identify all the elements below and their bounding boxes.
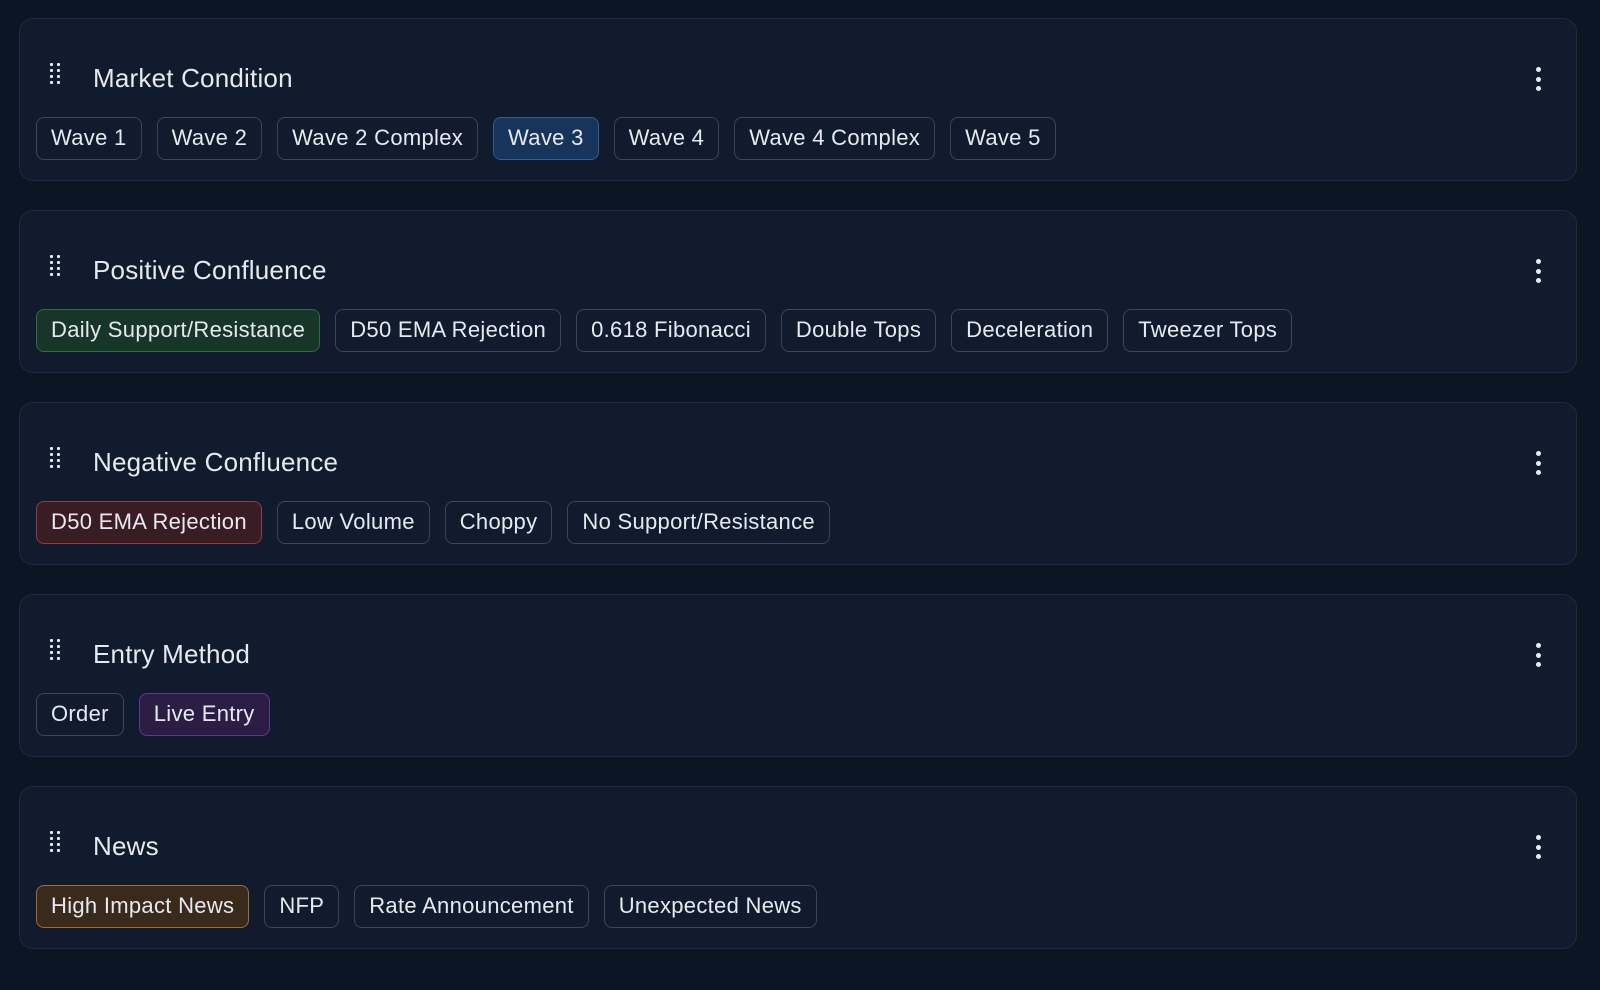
- tag-list: Wave 1 Wave 2 Wave 2 Complex Wave 3 Wave…: [36, 117, 1056, 160]
- tag-list: High Impact News NFP Rate Announcement U…: [36, 885, 817, 928]
- tag-wave-4-complex[interactable]: Wave 4 Complex: [734, 117, 936, 160]
- tag-0618-fibonacci[interactable]: 0.618 Fibonacci: [576, 309, 766, 352]
- drag-handle-icon[interactable]: [50, 831, 62, 865]
- tag-wave-3[interactable]: Wave 3: [493, 117, 599, 160]
- drag-handle-icon[interactable]: [50, 447, 62, 481]
- more-vertical-icon[interactable]: [1532, 259, 1544, 283]
- section-title: Negative Confluence: [93, 447, 339, 477]
- tag-d50-ema-rejection[interactable]: D50 EMA Rejection: [36, 501, 262, 544]
- section-card-entry-method: Entry Method Order Live Entry: [19, 594, 1577, 757]
- section-title: News: [93, 831, 159, 861]
- section-title: Market Condition: [93, 63, 293, 93]
- tag-groups-page: Market Condition Wave 1 Wave 2 Wave 2 Co…: [0, 0, 1600, 990]
- tag-tweezer-tops[interactable]: Tweezer Tops: [1123, 309, 1293, 352]
- section-card-positive-confluence: Positive Confluence Daily Support/Resist…: [19, 210, 1577, 373]
- tag-list: Order Live Entry: [36, 693, 270, 736]
- tag-daily-support-resistance[interactable]: Daily Support/Resistance: [36, 309, 321, 352]
- tag-wave-1[interactable]: Wave 1: [36, 117, 142, 160]
- tag-d50-ema-rejection[interactable]: D50 EMA Rejection: [335, 309, 562, 352]
- tag-live-entry[interactable]: Live Entry: [138, 693, 270, 736]
- section-card-market-condition: Market Condition Wave 1 Wave 2 Wave 2 Co…: [19, 18, 1577, 181]
- tag-low-volume[interactable]: Low Volume: [276, 501, 430, 544]
- tag-nfp[interactable]: NFP: [264, 885, 340, 928]
- more-vertical-icon[interactable]: [1532, 451, 1544, 475]
- tag-list: Daily Support/Resistance D50 EMA Rejecti…: [36, 309, 1293, 352]
- section-title: Entry Method: [93, 639, 251, 669]
- tag-wave-5[interactable]: Wave 5: [950, 117, 1056, 160]
- tag-wave-2-complex[interactable]: Wave 2 Complex: [277, 117, 479, 160]
- tag-wave-2[interactable]: Wave 2: [156, 117, 263, 160]
- tag-wave-4[interactable]: Wave 4: [613, 117, 720, 160]
- tag-list: D50 EMA Rejection Low Volume Choppy No S…: [36, 501, 830, 544]
- tag-high-impact-news[interactable]: High Impact News: [36, 885, 250, 928]
- drag-handle-icon[interactable]: [50, 63, 62, 97]
- more-vertical-icon[interactable]: [1532, 835, 1544, 859]
- tag-order[interactable]: Order: [36, 693, 124, 736]
- more-vertical-icon[interactable]: [1532, 643, 1544, 667]
- tag-unexpected-news[interactable]: Unexpected News: [603, 885, 817, 928]
- drag-handle-icon[interactable]: [50, 255, 62, 289]
- section-card-news: News High Impact News NFP Rate Announcem…: [19, 786, 1577, 949]
- tag-rate-announcement[interactable]: Rate Announcement: [354, 885, 589, 928]
- tag-choppy[interactable]: Choppy: [444, 501, 553, 544]
- section-title: Positive Confluence: [93, 255, 327, 285]
- more-vertical-icon[interactable]: [1532, 67, 1544, 91]
- section-card-negative-confluence: Negative Confluence D50 EMA Rejection Lo…: [19, 402, 1577, 565]
- tag-no-support-resistance[interactable]: No Support/Resistance: [567, 501, 830, 544]
- tag-double-tops[interactable]: Double Tops: [780, 309, 937, 352]
- tag-deceleration[interactable]: Deceleration: [951, 309, 1109, 352]
- drag-handle-icon[interactable]: [50, 639, 62, 673]
